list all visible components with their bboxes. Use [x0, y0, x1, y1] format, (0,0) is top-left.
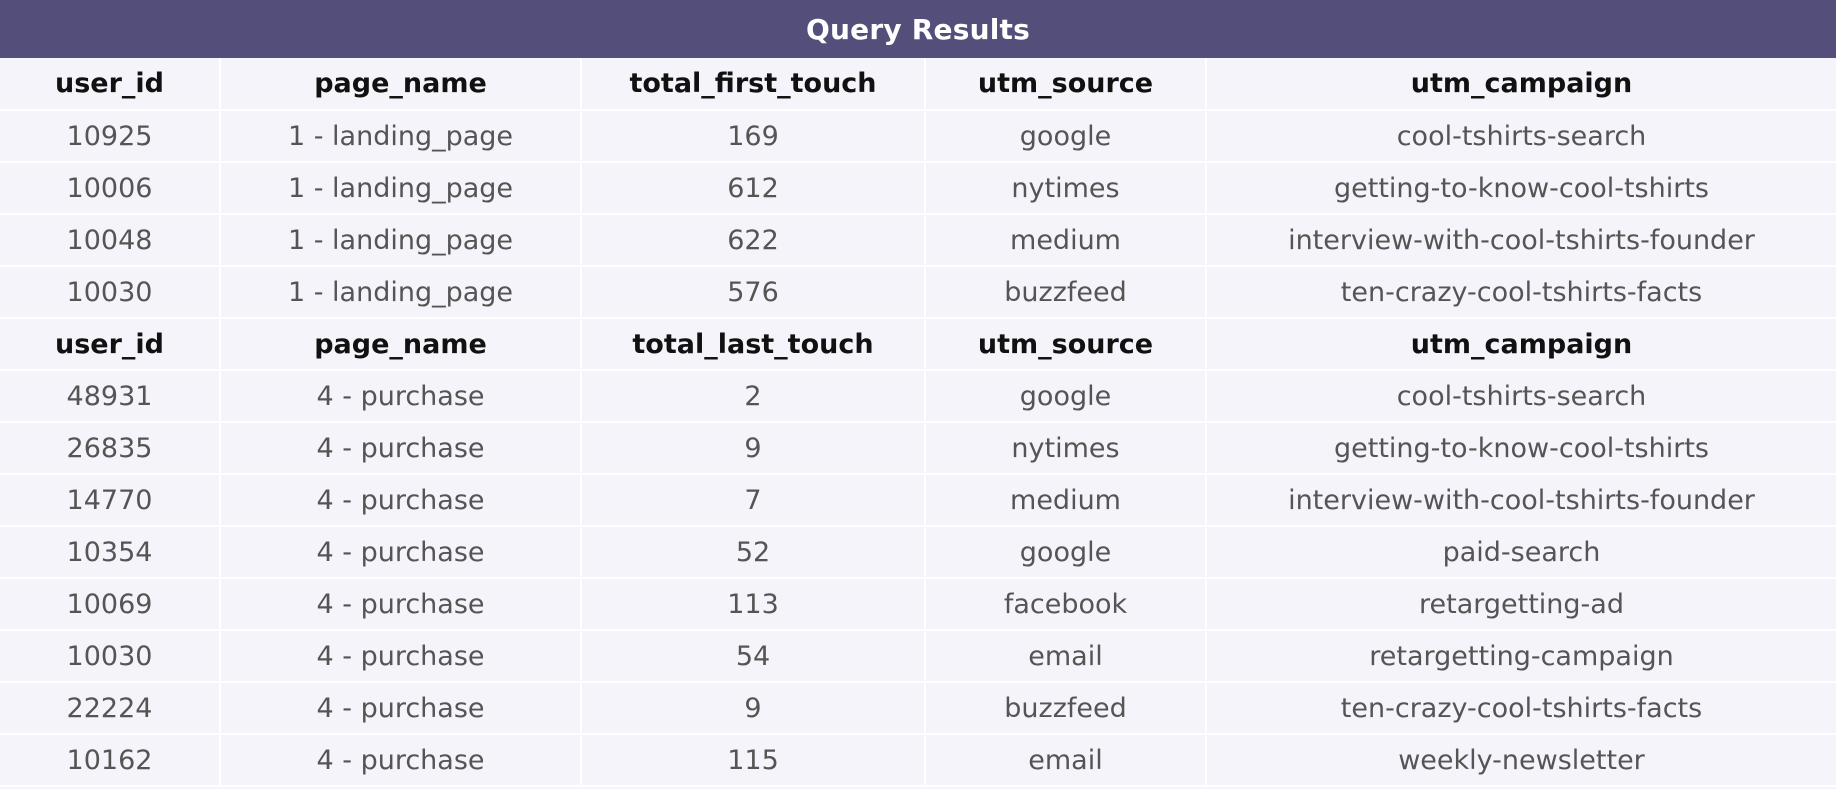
- table-cell: 10354: [0, 526, 221, 579]
- table-cell: 52: [581, 526, 926, 579]
- column-header[interactable]: utm_source: [925, 318, 1207, 371]
- table-row: 10162 4 - purchase 115 email weekly-newslett…: [0, 734, 1836, 787]
- table-cell: 7: [581, 474, 926, 527]
- table-cell: 1 - landing_page: [220, 214, 582, 267]
- table-cell: medium: [925, 214, 1207, 267]
- column-header[interactable]: total_first_touch: [581, 58, 926, 111]
- column-header[interactable]: user_id: [0, 58, 221, 111]
- table-cell: 622: [581, 214, 926, 267]
- table-cell: 10162: [0, 734, 221, 787]
- column-header[interactable]: page_name: [220, 58, 582, 111]
- table-cell: google: [925, 370, 1207, 423]
- table-cell: 1 - landing_page: [220, 162, 582, 215]
- table-cell: cool-tshirts-search: [1206, 370, 1836, 423]
- table-cell: 54: [581, 630, 926, 683]
- table-cell: 2: [581, 370, 926, 423]
- table-cell: 10030: [0, 266, 221, 319]
- table-row: 48931 4 - purchase 2 google cool-tshirts-sea…: [0, 370, 1836, 423]
- table-cell: 169: [581, 110, 926, 163]
- column-header[interactable]: page_name: [220, 318, 582, 371]
- table-cell: 1 - landing_page: [220, 110, 582, 163]
- table-cell: retargetting-campaign: [1206, 630, 1836, 683]
- table-cell: 612: [581, 162, 926, 215]
- table-cell: getting-to-know-cool-tshirts: [1206, 422, 1836, 475]
- table-cell: 10030: [0, 630, 221, 683]
- table-row: 10030 1 - landing_page 576 buzzfeed ten-craz…: [0, 266, 1836, 319]
- table-cell: 4 - purchase: [220, 526, 582, 579]
- table-row: 22224 4 - purchase 9 buzzfeed ten-crazy-cool…: [0, 682, 1836, 735]
- table-header-row: user_id page_name total_first_touch utm_sou…: [0, 58, 1836, 111]
- table-row: 10069 4 - purchase 113 facebook retargetting…: [0, 578, 1836, 631]
- table-cell: 10925: [0, 110, 221, 163]
- table-cell: paid-search: [1206, 526, 1836, 579]
- table-cell: email: [925, 630, 1207, 683]
- table-cell: 1 - landing_page: [220, 266, 582, 319]
- table-cell: 576: [581, 266, 926, 319]
- table-cell: 115: [581, 734, 926, 787]
- table-cell: getting-to-know-cool-tshirts: [1206, 162, 1836, 215]
- table-cell: 4 - purchase: [220, 630, 582, 683]
- column-header[interactable]: total_last_touch: [581, 318, 926, 371]
- table-cell: ten-crazy-cool-tshirts-facts: [1206, 266, 1836, 319]
- column-header[interactable]: user_id: [0, 318, 221, 371]
- table-cell: 4 - purchase: [220, 734, 582, 787]
- table-row: 10006 1 - landing_page 612 nytimes getting-t…: [0, 162, 1836, 215]
- table-cell: 9: [581, 422, 926, 475]
- table-cell: 4 - purchase: [220, 474, 582, 527]
- results-table: user_id page_name total_first_touch utm_sou…: [0, 58, 1836, 787]
- table-cell: 4 - purchase: [220, 370, 582, 423]
- table-cell: ten-crazy-cool-tshirts-facts: [1206, 682, 1836, 735]
- table-cell: google: [925, 110, 1207, 163]
- table-cell: interview-with-cool-tshirts-founder: [1206, 474, 1836, 527]
- table-cell: email: [925, 734, 1207, 787]
- table-cell: google: [925, 526, 1207, 579]
- table-row: 10048 1 - landing_page 622 medium interview-…: [0, 214, 1836, 267]
- table-row: 14770 4 - purchase 7 medium interview-with-c…: [0, 474, 1836, 527]
- column-header[interactable]: utm_campaign: [1206, 58, 1836, 111]
- table-cell: weekly-newsletter: [1206, 734, 1836, 787]
- table-cell: 4 - purchase: [220, 682, 582, 735]
- table-row: 26835 4 - purchase 9 nytimes getting-to-know…: [0, 422, 1836, 475]
- table-cell: nytimes: [925, 422, 1207, 475]
- table-cell: 4 - purchase: [220, 422, 582, 475]
- table-cell: cool-tshirts-search: [1206, 110, 1836, 163]
- table-cell: 113: [581, 578, 926, 631]
- table-cell: 26835: [0, 422, 221, 475]
- table-cell: medium: [925, 474, 1207, 527]
- table-cell: retargetting-ad: [1206, 578, 1836, 631]
- table-cell: 10006: [0, 162, 221, 215]
- table-header-row: user_id page_name total_last_touch utm_sour…: [0, 318, 1836, 371]
- table-cell: 10048: [0, 214, 221, 267]
- column-header[interactable]: utm_campaign: [1206, 318, 1836, 371]
- table-cell: 48931: [0, 370, 221, 423]
- column-header[interactable]: utm_source: [925, 58, 1207, 111]
- table-row: 10030 4 - purchase 54 email retargetting-cam…: [0, 630, 1836, 683]
- table-cell: 10069: [0, 578, 221, 631]
- table-cell: 14770: [0, 474, 221, 527]
- table-cell: buzzfeed: [925, 266, 1207, 319]
- table-row: 10925 1 - landing_page 169 google cool-tshir…: [0, 110, 1836, 163]
- table-cell: 9: [581, 682, 926, 735]
- table-cell: 22224: [0, 682, 221, 735]
- table-row: 10354 4 - purchase 52 google paid-search: [0, 526, 1836, 579]
- table-cell: 4 - purchase: [220, 578, 582, 631]
- page-title: Query Results: [0, 0, 1836, 58]
- table-cell: interview-with-cool-tshirts-founder: [1206, 214, 1836, 267]
- table-cell: nytimes: [925, 162, 1207, 215]
- table-cell: buzzfeed: [925, 682, 1207, 735]
- table-cell: facebook: [925, 578, 1207, 631]
